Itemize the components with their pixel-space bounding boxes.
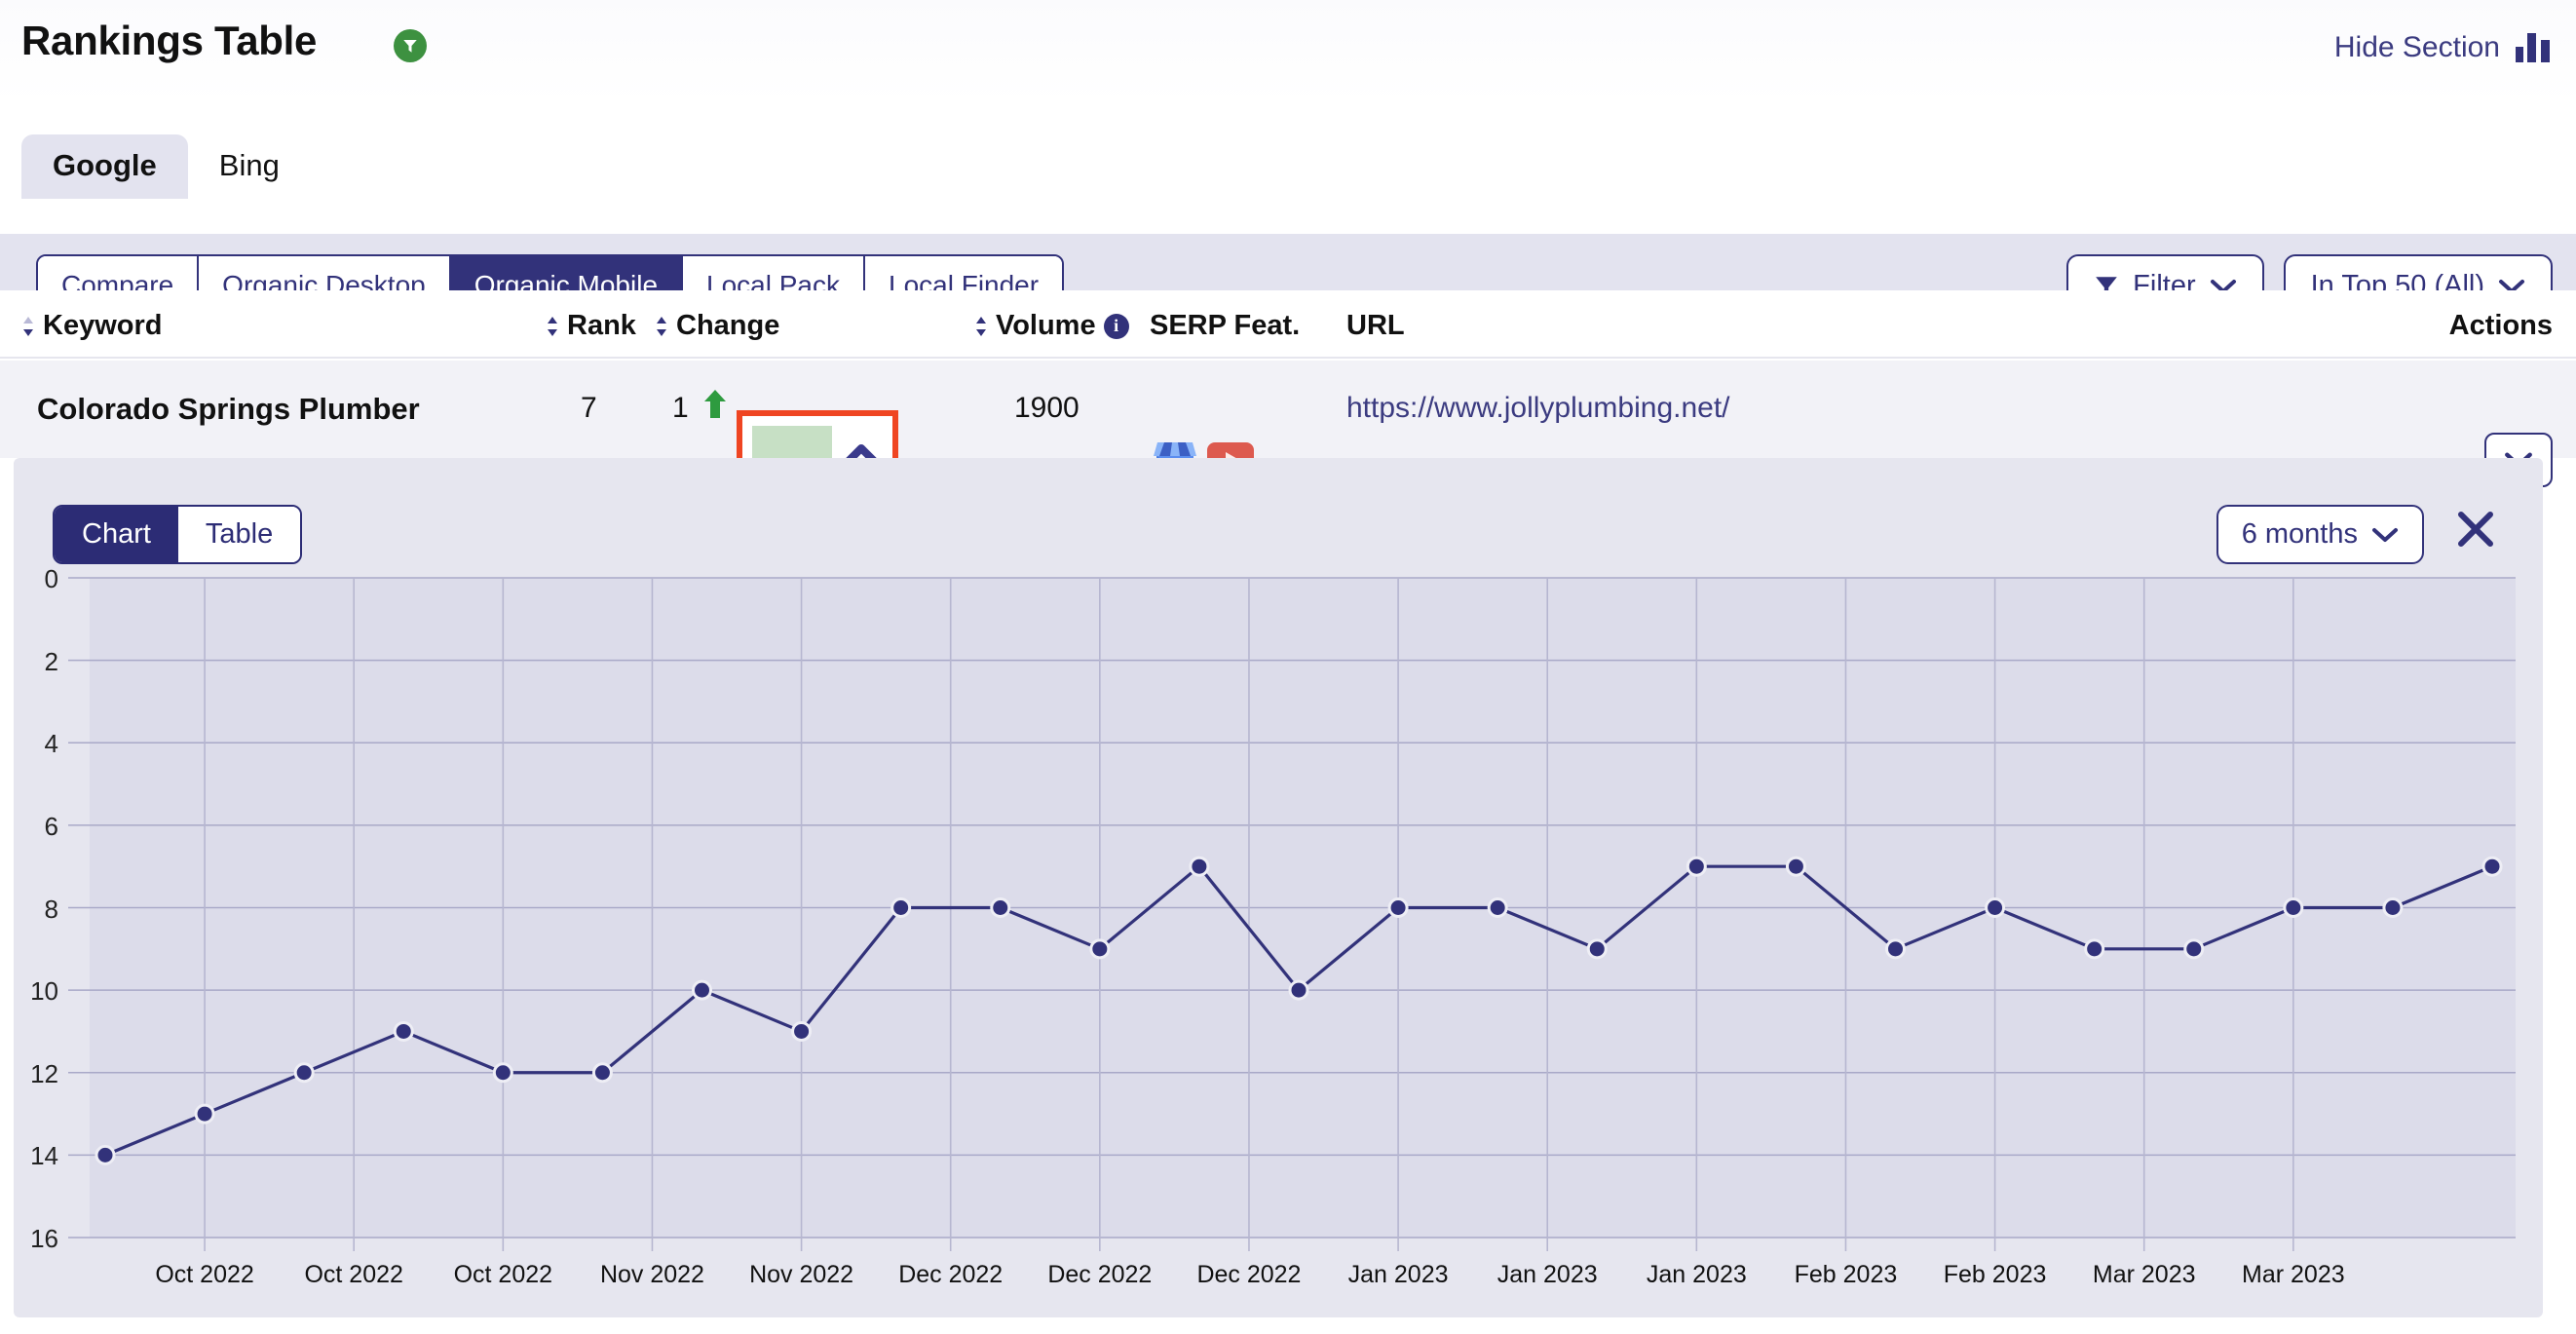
- column-header-change[interactable]: Change: [655, 310, 779, 342]
- chart-x-tick: Mar 2023: [2216, 1261, 2371, 1289]
- cell-change: 1: [672, 392, 689, 425]
- column-header-serp-feat: SERP Feat.: [1150, 310, 1300, 342]
- chart-x-tick: Jan 2023: [1320, 1261, 1476, 1289]
- page-title: Rankings Table: [21, 18, 317, 64]
- tab-google[interactable]: Google: [21, 134, 188, 199]
- chart-y-tick: 12: [14, 1059, 58, 1089]
- close-icon[interactable]: [2455, 509, 2496, 550]
- table-header-row: Keyword Rank Change Volume i SERP Feat. …: [0, 290, 2576, 359]
- chart-x-tick: Nov 2022: [574, 1261, 730, 1289]
- column-label: Change: [676, 310, 779, 342]
- toolbar: Google Bing Compare: 21 Mar 23 @ 1: [0, 102, 2576, 290]
- bar-chart-icon[interactable]: [2516, 29, 2553, 62]
- chart-x-tick: Feb 2023: [1767, 1261, 1923, 1289]
- page-header: Rankings Table Hide Section: [0, 0, 2576, 102]
- info-icon[interactable]: i: [1104, 314, 1129, 339]
- column-label: SERP Feat.: [1150, 310, 1300, 342]
- chart-y-tick: 0: [14, 564, 58, 594]
- chart-x-tick: Mar 2023: [2066, 1261, 2222, 1289]
- chart-y-tick: 2: [14, 647, 58, 677]
- column-label: Keyword: [43, 310, 162, 342]
- column-label: Volume: [996, 310, 1096, 342]
- chart-y-tick: 10: [14, 976, 58, 1007]
- sort-icon: [21, 315, 35, 338]
- chart-x-tick: Dec 2022: [1022, 1261, 1178, 1289]
- chart-y-tick: 6: [14, 812, 58, 842]
- column-header-url: URL: [1346, 310, 1405, 342]
- chart-canvas: [14, 560, 2543, 1317]
- chart-x-tick: Feb 2023: [1917, 1261, 2073, 1289]
- engine-tabs: Google Bing: [21, 134, 311, 199]
- hide-section-button[interactable]: Hide Section: [2334, 31, 2500, 64]
- toggle-chart[interactable]: Chart: [55, 507, 178, 562]
- chart-y-tick: 16: [14, 1224, 58, 1254]
- sort-icon: [546, 315, 559, 338]
- chart-table-toggle: Chart Table: [53, 505, 302, 564]
- chart-x-tick: Jan 2023: [1618, 1261, 1774, 1289]
- toggle-table[interactable]: Table: [178, 507, 300, 562]
- column-header-keyword[interactable]: Keyword: [21, 310, 162, 342]
- cell-url-link[interactable]: https://www.jollyplumbing.net/: [1346, 392, 1730, 425]
- chart-y-tick: 8: [14, 895, 58, 925]
- funnel-badge-icon: [394, 29, 427, 62]
- rank-history-chart: 0246810121416 Oct 2022Oct 2022Oct 2022No…: [14, 560, 2543, 1317]
- column-header-volume[interactable]: Volume i: [974, 310, 1129, 342]
- tab-bing[interactable]: Bing: [188, 134, 311, 199]
- range-dropdown[interactable]: 6 months: [2216, 505, 2424, 564]
- chart-x-tick: Jan 2023: [1469, 1261, 1625, 1289]
- chart-y-tick: 14: [14, 1141, 58, 1171]
- cell-volume: 1900: [1014, 392, 1080, 425]
- cell-keyword: Colorado Springs Plumber: [37, 392, 420, 427]
- change-up-arrow-icon: [703, 388, 727, 419]
- column-header-rank[interactable]: Rank: [546, 310, 636, 342]
- sort-icon: [974, 315, 988, 338]
- column-label: Rank: [567, 310, 636, 342]
- range-label: 6 months: [2242, 518, 2358, 551]
- chart-y-tick: 4: [14, 729, 58, 759]
- chart-x-tick: Oct 2022: [425, 1261, 581, 1289]
- rankings-table-page: Rankings Table Hide Section Google Bing …: [0, 0, 2576, 1334]
- chevron-down-icon: [2371, 526, 2399, 544]
- table-row[interactable]: Colorado Springs Plumber 7 1 1900 https:…: [0, 361, 2576, 458]
- chart-x-tick: Oct 2022: [127, 1261, 283, 1289]
- chart-x-tick: Dec 2022: [1171, 1261, 1327, 1289]
- sort-icon: [655, 315, 668, 338]
- column-label: URL: [1346, 310, 1405, 342]
- chart-x-tick: Oct 2022: [276, 1261, 432, 1289]
- chart-x-tick: Dec 2022: [873, 1261, 1029, 1289]
- column-header-actions: Actions: [2449, 310, 2553, 342]
- expanded-chart-panel: Chart Table 6 months 0 2 4 6 8 10 12 14 16 Oct 2…: [14, 458, 2543, 1317]
- cell-rank: 7: [581, 392, 597, 425]
- column-label: Actions: [2449, 310, 2553, 342]
- chart-x-tick: Nov 2022: [724, 1261, 880, 1289]
